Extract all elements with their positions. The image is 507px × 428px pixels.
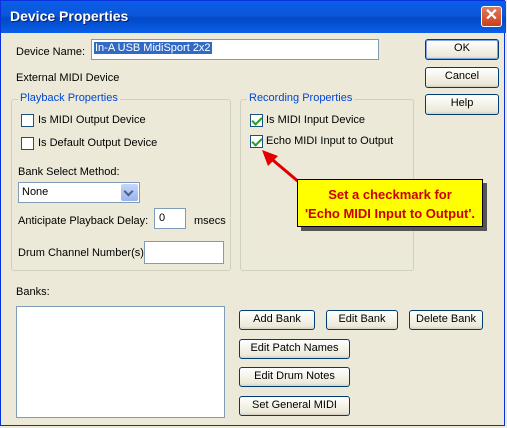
bank-select-label: Bank Select Method: [18, 166, 120, 178]
recording-legend: Recording Properties [247, 92, 355, 104]
anticipate-delay-label: Anticipate Playback Delay: [18, 215, 149, 227]
device-name-value: In-A USB MidiSport 2x2 [94, 42, 212, 54]
dialog-title: Device Properties [10, 8, 129, 24]
is-default-output-checkbox[interactable] [21, 137, 34, 150]
banks-list[interactable] [16, 306, 225, 418]
is-midi-input-checkbox[interactable] [250, 114, 263, 127]
bank-select-dropdown[interactable]: None [18, 182, 140, 203]
edit-bank-button[interactable]: Edit Bank [326, 310, 398, 330]
close-icon[interactable]: ✕ [481, 6, 502, 27]
delete-bank-button[interactable]: Delete Bank [409, 310, 483, 330]
add-bank-button[interactable]: Add Bank [239, 310, 315, 330]
device-properties-dialog: Device Properties ✕ Device Name: In-A US… [0, 0, 506, 426]
chevron-down-icon[interactable] [121, 184, 138, 201]
callout-line-2: 'Echo MIDI Input to Output'. [304, 206, 476, 221]
is-midi-input-label: Is MIDI Input Device [266, 114, 366, 126]
anticipate-delay-input[interactable]: 0 [154, 208, 186, 229]
bank-select-value: None [22, 186, 49, 198]
help-button[interactable]: Help [425, 94, 499, 115]
anticipate-delay-value: 0 [159, 212, 166, 224]
device-type-label: External MIDI Device [16, 72, 120, 84]
is-midi-output-checkbox[interactable] [21, 114, 34, 127]
device-name-label: Device Name: [16, 46, 86, 58]
drum-channel-input[interactable] [144, 241, 224, 264]
instruction-callout: Set a checkmark for 'Echo MIDI Input to … [297, 179, 483, 227]
callout-line-1: Set a checkmark for [328, 187, 452, 202]
playback-legend: Playback Properties [18, 92, 120, 104]
anticipate-delay-unit: msecs [194, 215, 226, 227]
drum-channel-label: Drum Channel Number(s): [18, 247, 147, 259]
is-default-output-label: Is Default Output Device [38, 137, 158, 149]
title-bar: Device Properties ✕ [1, 1, 506, 33]
ok-button[interactable]: OK [425, 39, 499, 60]
cancel-button[interactable]: Cancel [425, 67, 499, 88]
banks-label: Banks: [16, 286, 50, 298]
device-name-field[interactable]: In-A USB MidiSport 2x2 [91, 39, 379, 60]
is-midi-output-label: Is MIDI Output Device [38, 114, 146, 126]
edit-drum-notes-button[interactable]: Edit Drum Notes [239, 367, 350, 387]
edit-patch-names-button[interactable]: Edit Patch Names [239, 339, 350, 359]
set-general-midi-button[interactable]: Set General MIDI [239, 396, 350, 416]
